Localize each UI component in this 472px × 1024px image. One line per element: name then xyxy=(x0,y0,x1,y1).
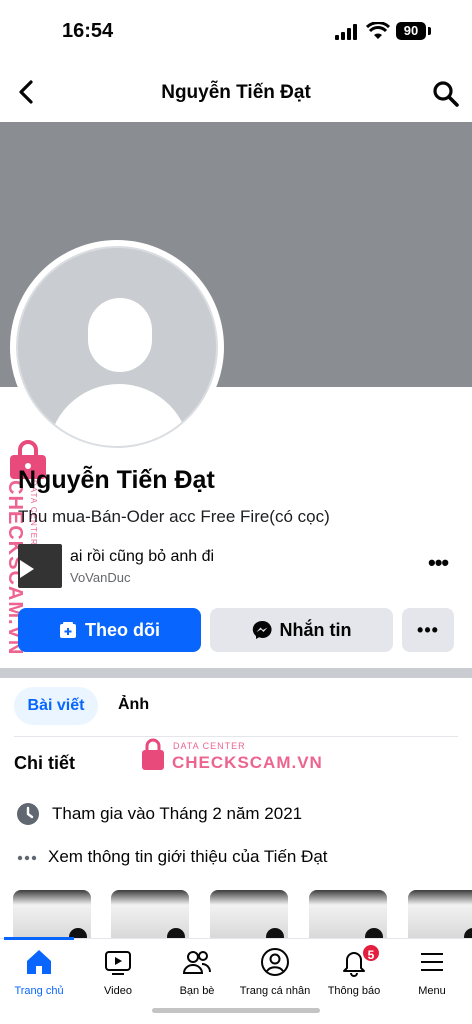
photo-thumbnail[interactable] xyxy=(13,890,91,940)
follow-icon xyxy=(60,622,76,638)
profile-music[interactable]: ai rồi cũng bỏ anh đi VoVanDuc ••• xyxy=(18,542,458,590)
profile-icon xyxy=(261,948,289,976)
battery-tip xyxy=(428,27,431,35)
top-nav: Nguyễn Tiến Đạt xyxy=(0,62,472,122)
nav-home-label: Trang chủ xyxy=(14,985,64,997)
page-title: Nguyễn Tiến Đạt xyxy=(161,82,311,103)
music-title: ai rồi cũng bỏ anh đi xyxy=(70,548,215,565)
watermark-text: CHECKSCAM.VN xyxy=(172,753,323,772)
messenger-icon xyxy=(252,620,272,639)
status-bar: 16:54 90 xyxy=(0,0,472,62)
message-label: Nhắn tin xyxy=(279,619,352,640)
avatar-head-shape xyxy=(88,298,152,372)
more-options-button[interactable]: ••• xyxy=(402,608,454,652)
menu-icon xyxy=(421,953,443,971)
section-divider xyxy=(0,668,472,678)
details-title: Chi tiết xyxy=(14,753,75,773)
profile-name: Nguyễn Tiến Đạt xyxy=(18,466,215,494)
play-icon xyxy=(20,560,34,578)
photo-thumbnail[interactable] xyxy=(111,890,189,940)
dots-icon xyxy=(17,855,37,861)
music-thumbnail[interactable] xyxy=(18,544,62,588)
profile-bio: Thu mua-Bán-Oder acc Free Fire(có cọc) xyxy=(18,507,330,526)
battery-indicator: 90 xyxy=(396,22,426,40)
detail-about-text: Xem thông tin giới thiệu của Tiến Đạt xyxy=(48,847,328,866)
profile-avatar[interactable] xyxy=(10,240,224,454)
notification-badge: 5 xyxy=(361,943,381,963)
detail-joined-text: Tham gia vào Tháng 2 năm 2021 xyxy=(52,804,303,823)
search-icon[interactable] xyxy=(432,80,460,108)
watermark-center: DATA CENTER CHECKSCAM.VN xyxy=(140,735,322,775)
watermark-subtext: DATA CENTER xyxy=(173,741,246,751)
tab-photos[interactable]: Ảnh xyxy=(118,696,149,714)
message-button[interactable]: Nhắn tin xyxy=(210,608,393,652)
nav-video-label: Video xyxy=(104,985,132,997)
clock-icon xyxy=(17,803,39,825)
avatar-placeholder xyxy=(16,246,218,448)
nav-video[interactable]: Video xyxy=(73,947,163,1007)
status-time: 16:54 xyxy=(62,20,114,42)
home-icon xyxy=(27,950,51,974)
nav-notifications-label: Thông báo xyxy=(327,985,381,997)
active-tab-indicator xyxy=(4,937,74,940)
follow-button[interactable]: Theo dõi xyxy=(18,608,201,652)
photo-thumbnail[interactable] xyxy=(210,890,288,940)
signal-icon xyxy=(335,24,357,40)
avatar-body-shape xyxy=(48,384,190,446)
nav-friends-label: Bạn bè xyxy=(179,985,215,997)
wifi-icon xyxy=(366,22,390,39)
nav-friends[interactable]: Bạn bè xyxy=(152,947,242,1007)
music-artist: VoVanDuc xyxy=(70,570,131,585)
home-indicator[interactable] xyxy=(152,1008,320,1013)
nav-profile[interactable]: Trang cá nhân xyxy=(230,947,320,1007)
photo-thumbnail[interactable] xyxy=(309,890,387,940)
friends-icon xyxy=(182,951,211,974)
tab-posts[interactable]: Bài viết xyxy=(14,687,98,725)
photo-thumbnail[interactable] xyxy=(408,890,472,940)
video-icon xyxy=(105,951,131,975)
nav-menu-label: Menu xyxy=(418,985,446,997)
music-more-icon[interactable]: ••• xyxy=(428,550,449,576)
nav-home[interactable]: Trang chủ xyxy=(0,947,84,1007)
dots-icon: ••• xyxy=(417,619,439,640)
watermark-lock-icon xyxy=(142,738,164,770)
nav-notifications[interactable]: 5 Thông báo xyxy=(309,943,399,1007)
nav-menu[interactable]: Menu xyxy=(387,947,472,1007)
detail-joined: Tham gia vào Tháng 2 năm 2021 xyxy=(14,800,454,830)
detail-about[interactable]: Xem thông tin giới thiệu của Tiến Đạt xyxy=(14,843,454,873)
follow-label: Theo dõi xyxy=(85,619,160,640)
nav-profile-label: Trang cá nhân xyxy=(239,985,311,997)
